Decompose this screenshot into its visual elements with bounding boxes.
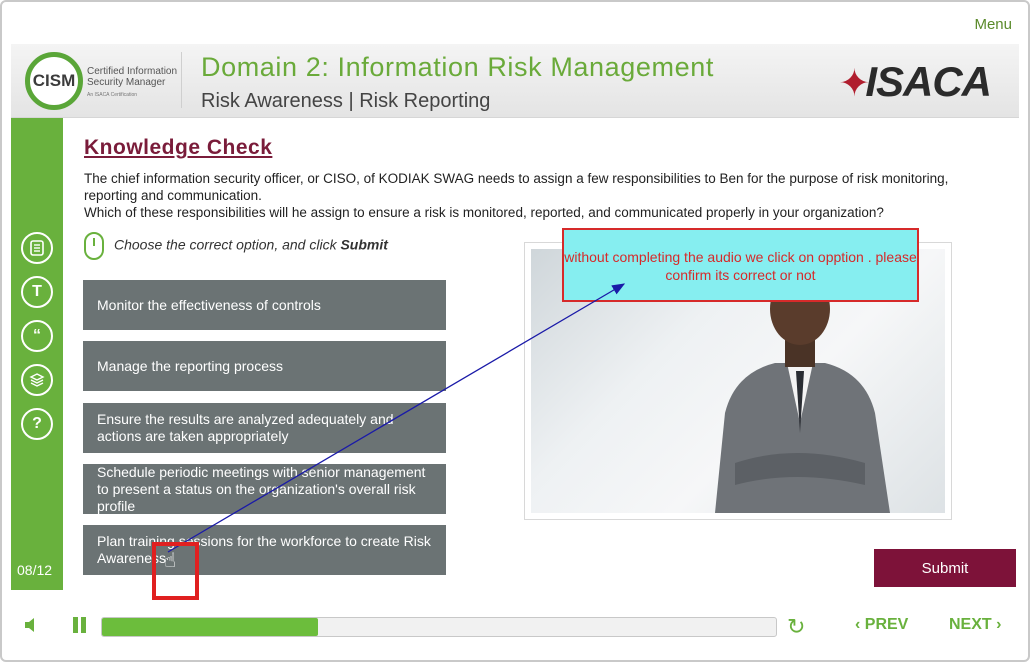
progress-fill <box>102 618 318 636</box>
volume-icon[interactable] <box>23 616 41 634</box>
option-button-2[interactable]: Manage the reporting process <box>83 341 446 391</box>
isaca-wordmark: ISACA <box>865 58 992 105</box>
question-text: The chief information security officer, … <box>84 170 964 221</box>
option-label: Schedule periodic meetings with senior m… <box>97 463 426 514</box>
option-button-4[interactable]: Schedule periodic meetings with senior m… <box>83 464 446 514</box>
domain-subtitle: Risk Awareness | Risk Reporting <box>201 90 491 112</box>
transcript-icon[interactable]: T <box>21 276 53 308</box>
player-controls: ↻ ‹ PREV NEXT › <box>11 604 1019 650</box>
mouse-icon <box>84 232 104 260</box>
cism-logo: CISM Certified Information Security Mana… <box>25 52 193 110</box>
prev-button[interactable]: ‹ PREV <box>855 616 908 634</box>
option-label: Ensure the results are analyzed adequate… <box>97 411 394 444</box>
annotation-callout: without completing the audio we click on… <box>562 228 919 302</box>
cism-line-1: Certified Information <box>87 66 178 77</box>
page-counter: 08/12 <box>17 562 53 578</box>
option-button-5[interactable]: Plan training sessions for the workforce… <box>83 525 446 575</box>
sidebar: T “ ? 08/12 <box>11 118 63 590</box>
instruction-text: Choose the correct option, and click <box>114 236 341 253</box>
cism-subtext: An ISACA Certification <box>87 92 138 98</box>
option-label: Plan training sessions for the workforce… <box>97 533 431 566</box>
cism-text: Certified Information Security Manager <box>87 66 177 88</box>
option-label: Manage the reporting process <box>97 357 283 374</box>
resources-icon[interactable] <box>21 364 53 396</box>
knowledge-check-title: Knowledge Check <box>84 136 273 159</box>
hand-cursor-icon: ☝ <box>164 550 177 572</box>
option-button-1[interactable]: Monitor the effectiveness of controls <box>83 280 446 330</box>
isaca-logo: ✦ISACA <box>838 58 992 106</box>
help-icon[interactable]: ? <box>21 408 53 440</box>
replay-icon[interactable]: ↻ <box>787 616 809 638</box>
question-line-1: The chief information security officer, … <box>84 171 949 203</box>
option-button-3[interactable]: Ensure the results are analyzed adequate… <box>83 403 446 453</box>
header-divider <box>181 52 182 108</box>
question-line-2: Which of these responsibilities will he … <box>84 205 884 220</box>
notes-icon[interactable] <box>21 232 53 264</box>
progress-bar[interactable] <box>101 617 777 637</box>
chevron-left-icon: ‹ <box>855 616 865 633</box>
menu-link[interactable]: Menu <box>974 16 1012 33</box>
prev-label: PREV <box>864 616 909 633</box>
chevron-right-icon: › <box>991 616 1002 633</box>
instruction-submit-word: Submit <box>340 236 388 253</box>
submit-button[interactable]: Submit <box>874 549 1016 587</box>
next-label: NEXT <box>949 616 992 633</box>
instruction: Choose the correct option, and click Sub… <box>84 232 388 260</box>
domain-title: Domain 2: Information Risk Management <box>201 52 714 82</box>
cism-line-2: Security Manager <box>87 77 166 88</box>
course-header: CISM Certified Information Security Mana… <box>11 44 1019 118</box>
quote-icon[interactable]: “ <box>21 320 53 352</box>
cism-badge: CISM <box>25 52 83 110</box>
next-button[interactable]: NEXT › <box>949 616 1001 634</box>
option-label: Monitor the effectiveness of controls <box>97 296 321 313</box>
pause-button[interactable] <box>71 616 89 634</box>
